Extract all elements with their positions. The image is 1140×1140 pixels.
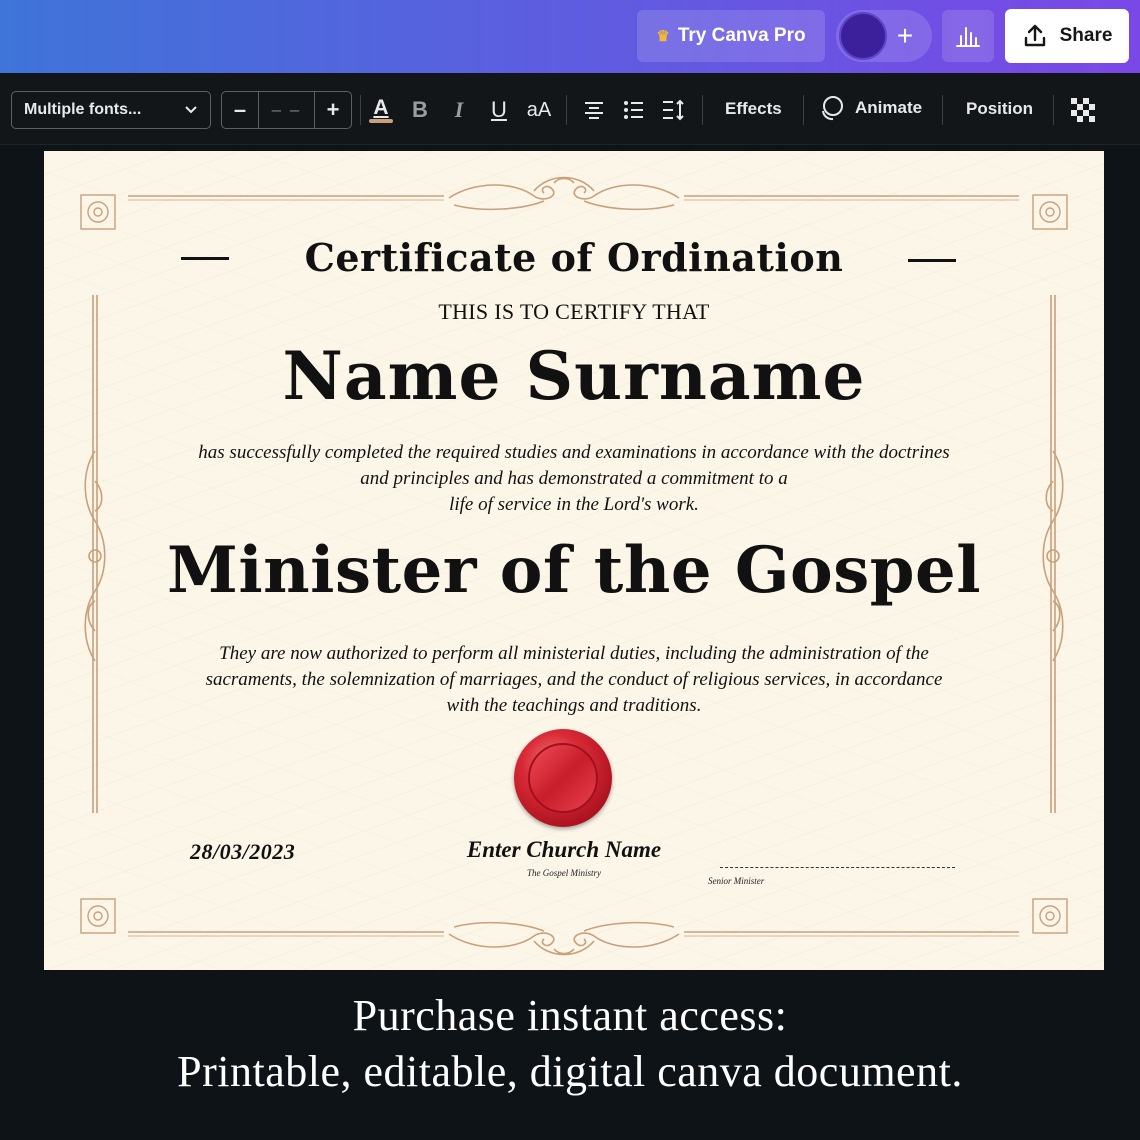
font-size-increase-button[interactable]: +	[315, 92, 351, 128]
recipient-name[interactable]: Name Surname	[44, 337, 1104, 415]
promo-line-1: Purchase instant access:	[352, 991, 788, 1040]
paragraph-line: with the teachings and traditions.	[446, 695, 702, 716]
text-toolbar: Multiple fonts... – – – + A B I U aA Eff…	[0, 73, 1140, 145]
font-size-input[interactable]: – –	[259, 92, 315, 128]
church-name[interactable]: Enter Church Name	[424, 837, 704, 863]
font-family-value: Multiple fonts...	[24, 101, 142, 118]
crown-icon: ♛	[656, 28, 670, 45]
certificate-canvas[interactable]: Certificate of Ordination THIS IS TO CER…	[44, 151, 1104, 970]
bar-chart-icon	[956, 27, 980, 47]
chevron-down-icon	[185, 106, 197, 114]
upload-icon	[1024, 24, 1045, 47]
bulleted-list-icon[interactable]	[619, 93, 649, 127]
bold-icon[interactable]: B	[405, 93, 435, 127]
share-label: Share	[1059, 25, 1113, 46]
add-collaborator-button[interactable]: +	[890, 18, 920, 54]
font-size-stepper: – – – +	[221, 91, 352, 129]
paragraph-line: has successfully completed the required …	[198, 442, 950, 463]
position-button[interactable]: Position	[966, 99, 1033, 119]
authorization-paragraph[interactable]: They are now authorized to perform all m…	[44, 641, 1104, 719]
share-button[interactable]: Share	[1005, 9, 1129, 63]
signature-label[interactable]: Senior Minister	[708, 876, 764, 886]
text-color-swatch	[369, 118, 393, 123]
church-subtitle[interactable]: The Gospel Ministry	[424, 868, 704, 878]
italic-icon[interactable]: I	[444, 93, 474, 127]
animate-button[interactable]: Animate	[819, 95, 922, 121]
promo-line-2: Printable, editable, digital canva docum…	[177, 1047, 963, 1096]
ordination-role[interactable]: Minister of the Gospel	[44, 533, 1104, 608]
avatar[interactable]	[839, 12, 887, 60]
line-spacing-icon[interactable]	[658, 93, 688, 127]
achievement-paragraph[interactable]: has successfully completed the required …	[44, 440, 1104, 518]
paragraph-line: and principles and has demonstrated a co…	[360, 468, 788, 489]
certificate-title[interactable]: Certificate of Ordination	[44, 235, 1104, 280]
align-center-icon[interactable]	[579, 93, 609, 127]
try-canva-pro-label: Try Canva Pro	[677, 25, 806, 46]
red-wax-seal[interactable]	[514, 729, 612, 827]
paragraph-line: sacraments, the solemnization of marriag…	[205, 669, 943, 690]
toolbar-divider	[1053, 95, 1054, 125]
animate-icon	[822, 96, 843, 121]
paragraph-line: They are now authorized to perform all m…	[219, 643, 929, 664]
letter-case-icon[interactable]: aA	[522, 93, 556, 127]
font-size-decrease-button[interactable]: –	[222, 92, 259, 128]
editor-header: ♛ Try Canva Pro + Share	[0, 0, 1140, 73]
toolbar-divider	[702, 95, 703, 125]
underline-icon[interactable]: U	[484, 93, 514, 127]
toolbar-divider	[942, 95, 943, 125]
animate-label: Animate	[855, 98, 923, 117]
text-color-icon: A	[373, 95, 389, 119]
text-color-button[interactable]: A	[366, 93, 396, 127]
font-family-select[interactable]: Multiple fonts...	[11, 91, 211, 129]
try-canva-pro-button[interactable]: ♛ Try Canva Pro	[637, 10, 825, 62]
toolbar-divider	[566, 95, 567, 125]
paragraph-line: life of service in the Lord's work.	[449, 494, 699, 515]
seal-center	[528, 743, 598, 813]
insights-button[interactable]	[942, 10, 994, 62]
signature-line	[720, 867, 955, 868]
transparency-icon[interactable]	[1068, 93, 1098, 127]
certify-line[interactable]: THIS IS TO CERTIFY THAT	[44, 299, 1104, 325]
issue-date[interactable]: 28/03/2023	[190, 839, 295, 865]
effects-button[interactable]: Effects	[725, 99, 782, 119]
toolbar-divider	[360, 95, 361, 125]
toolbar-divider	[803, 95, 804, 125]
